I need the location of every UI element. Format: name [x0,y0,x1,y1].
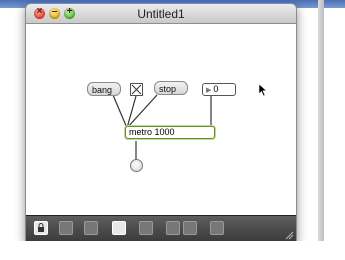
lock-icon[interactable] [34,221,48,235]
patcher-window: × – + Untitled1 bang stop ▶ 0 metro 1000 [25,3,297,243]
bang-message[interactable]: bang [87,82,121,96]
toggle-x-icon [131,84,142,95]
desktop-bottom [0,241,345,260]
background-window-edge [318,0,324,260]
move-icon[interactable] [84,221,98,235]
number-box[interactable]: ▶ 0 [202,83,236,96]
toggle[interactable] [130,83,143,96]
number-box-triangle-icon: ▶ [206,87,212,94]
inspector-icon[interactable] [139,221,153,235]
metro-object[interactable]: metro 1000 [125,126,215,139]
stop-message[interactable]: stop [154,81,188,95]
window-icon[interactable] [183,221,197,235]
bang-button[interactable] [130,159,143,172]
patch-canvas[interactable]: bang stop ▶ 0 metro 1000 [26,24,296,216]
presentation-icon[interactable] [112,221,126,235]
patcher-toolbar [26,215,296,242]
patch-cords [112,94,212,160]
grid-icon[interactable] [166,221,180,235]
layout-icon[interactable] [210,221,224,235]
mouse-cursor-icon [259,84,267,96]
cord-bang-to-metro [112,94,128,129]
number-box-value: 0 [213,84,219,94]
title-bar[interactable]: × – + Untitled1 [26,4,296,24]
add-object-icon[interactable] [59,221,73,235]
window-title: Untitled1 [137,7,185,21]
resize-grip-icon[interactable] [284,230,294,240]
